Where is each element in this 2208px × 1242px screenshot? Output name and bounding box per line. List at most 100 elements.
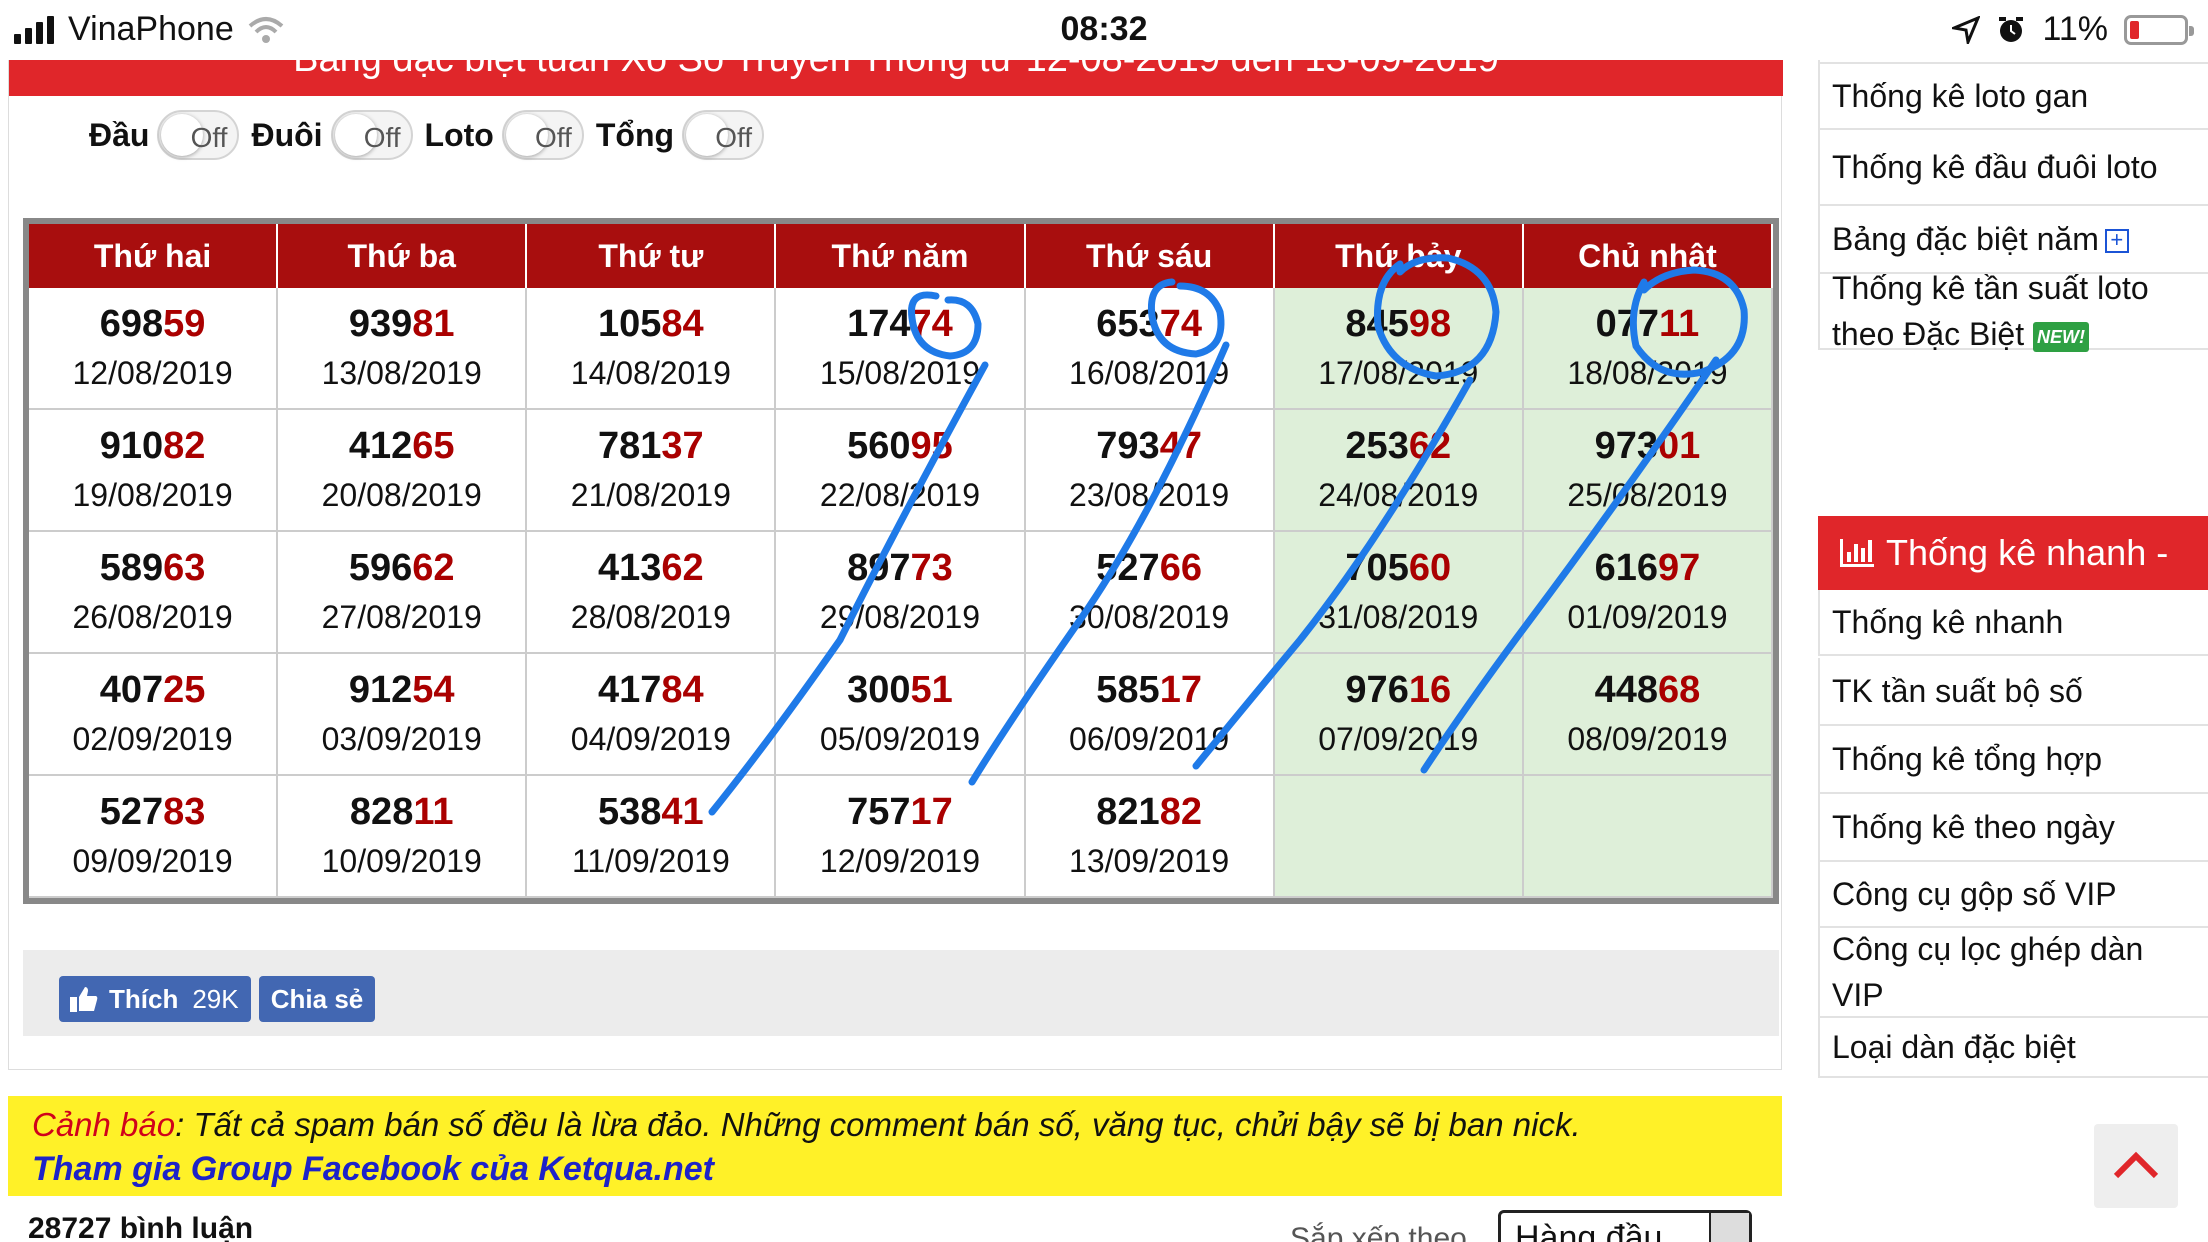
- number-head: 845: [1345, 302, 1409, 345]
- number-head: 527: [1096, 546, 1160, 589]
- result-cell: 65374 16/08/2019: [1025, 288, 1275, 410]
- number-head: 407: [99, 668, 164, 711]
- number-tail: 84: [661, 668, 704, 711]
- result-cell: 93981 13/08/2019: [278, 288, 528, 410]
- special-number: 93981: [348, 302, 455, 346]
- number-head: 616: [1594, 546, 1658, 589]
- draw-date: 09/09/2019: [72, 843, 233, 880]
- special-number: 10584: [598, 302, 704, 346]
- draw-date: 01/09/2019: [1567, 599, 1728, 636]
- special-number: 75717: [847, 791, 953, 834]
- toggle-switch[interactable]: Off: [157, 110, 240, 160]
- status-bar: VinaPhone 08:32 11%: [0, 0, 2208, 60]
- special-number: 82182: [1096, 791, 1202, 834]
- special-number: 17474: [847, 302, 953, 346]
- result-cell: 07711 18/08/2019: [1523, 288, 1773, 410]
- warning-banner: Cảnh báo: Tất cả spam bán số đều là lừa …: [8, 1096, 1782, 1196]
- special-number: 53841: [598, 790, 704, 834]
- number-head: 538: [598, 790, 662, 833]
- sidebar-item[interactable]: Thống kê nhanhT: [1818, 590, 2208, 656]
- sidebar-item-label: TK tần suất bộ số: [1832, 672, 2083, 709]
- toggle-group: Đầu Off Đuôi Off Loto Off Tổng Off: [81, 110, 768, 160]
- number-tail: 83: [163, 790, 206, 833]
- battery-percent: 11%: [2042, 10, 2108, 48]
- sidebar-item[interactable]: TK tần suất bộ sốT: [1818, 658, 2208, 726]
- like-label: Thích: [109, 983, 179, 1014]
- sidebar-item[interactable]: Thống kê tần suất loto theo Đặc Biệt NEW…: [1818, 270, 2208, 352]
- sidebar-item[interactable]: Thống kê tổng hợpL: [1818, 726, 2208, 794]
- sidebar: Thống kê nhanh - lotoCThống kê loto ganT…: [1818, 0, 2208, 1242]
- draw-date: 13/08/2019: [321, 355, 482, 392]
- alarm-icon: [1999, 16, 2024, 42]
- number-tail: 60: [1408, 546, 1452, 589]
- draw-date: 15/08/2019: [819, 355, 981, 392]
- number-head: 781: [598, 424, 662, 467]
- sidebar-item[interactable]: Công cụ lọc ghép dàn VIPT: [1818, 928, 2208, 1018]
- result-cell: 52766 30/08/2019: [1025, 532, 1275, 654]
- special-results-table: Thứ hai Thứ ba Thứ tư Thứ năm Thứ sáu Thứ bảy…: [23, 218, 1779, 904]
- column-header: Thứ hai: [29, 224, 279, 288]
- clock: 08:32: [1060, 10, 1148, 48]
- number-tail: 68: [1657, 668, 1701, 711]
- result-cell: 40725 02/09/2019: [29, 654, 279, 776]
- result-cell: [1274, 776, 1524, 898]
- result-cell: 41265 20/08/2019: [278, 410, 528, 532]
- toggle-switch[interactable]: Off: [501, 110, 584, 160]
- toggle-state: Off: [715, 122, 753, 153]
- column-header: Thứ tư: [527, 224, 777, 288]
- bar-chart-icon: [1840, 539, 1874, 567]
- result-cell: 97616 07/09/2019: [1274, 654, 1524, 776]
- draw-date: 04/09/2019: [570, 721, 731, 758]
- toggle-state: Off: [535, 122, 572, 153]
- number-tail: 62: [1408, 424, 1452, 467]
- main-panel: Bảng đặc biệt tuần Xổ Số Truyền Thống từ…: [8, 60, 1783, 1070]
- social-bar: Thích 29K Chia sẻ: [23, 950, 1779, 1036]
- number-tail: 98: [1408, 302, 1452, 345]
- special-number: 89773: [847, 547, 953, 590]
- number-tail: 84: [661, 302, 704, 345]
- result-cell: [1523, 776, 1773, 898]
- draw-date: 10/09/2019: [321, 843, 482, 880]
- toggle-switch[interactable]: Off: [682, 110, 765, 160]
- number-head: 973: [1594, 424, 1658, 467]
- sidebar-item-label: Thống kê theo ngày: [1832, 808, 2115, 845]
- special-number: 78137: [598, 424, 704, 468]
- result-cell: 82811 10/09/2019: [278, 776, 528, 898]
- result-cell: 25362 24/08/2019: [1274, 410, 1524, 532]
- number-head: 939: [348, 302, 413, 345]
- draw-date: 29/08/2019: [819, 599, 981, 636]
- draw-date: 16/08/2019: [1069, 355, 1230, 392]
- sidebar-item[interactable]: Công cụ gộp số VIPC: [1818, 862, 2208, 928]
- special-number: 56095: [847, 424, 953, 468]
- draw-date: 23/08/2019: [1069, 477, 1230, 514]
- number-head: 105: [598, 302, 662, 345]
- number-tail: 74: [910, 302, 953, 345]
- toggle-switch[interactable]: Off: [330, 110, 413, 160]
- draw-date: 28/08/2019: [570, 599, 731, 636]
- special-number: 41784: [598, 668, 704, 712]
- page-title-bar: Bảng đặc biệt tuần Xổ Số Truyền Thống từ…: [9, 60, 1783, 96]
- toggle-label: Loto: [424, 116, 494, 153]
- facebook-share-button[interactable]: Chia sẻ: [259, 976, 375, 1022]
- thumbs-up-icon: [70, 987, 98, 1012]
- number-tail: 11: [413, 790, 454, 833]
- result-cell: 56095 22/08/2019: [776, 410, 1026, 532]
- location-arrow-icon: [1952, 15, 1981, 44]
- sidebar-item[interactable]: Loại dàn đặc biệt: [1818, 1018, 2208, 1078]
- sidebar-item-text: Thống kê tần suất loto theo Đặc Biệt: [1832, 269, 2149, 352]
- facebook-like-button[interactable]: Thích 29K: [59, 976, 251, 1022]
- sidebar-item[interactable]: Thống kê theo ngàyC: [1818, 794, 2208, 862]
- number-head: 413: [598, 546, 662, 589]
- number-head: 698: [99, 302, 164, 345]
- sidebar-item[interactable]: Thống kê đầu đuôi lotoT: [1818, 130, 2208, 206]
- special-number: 58963: [100, 547, 206, 590]
- sidebar-item[interactable]: Thống kê loto gan: [1818, 64, 2208, 130]
- scroll-top-button[interactable]: [2094, 1124, 2178, 1208]
- result-cell: 75717 12/09/2019: [776, 776, 1026, 898]
- number-head: 560: [847, 424, 911, 467]
- sidebar-item-label: Thống kê nhanh: [1832, 603, 2064, 640]
- sidebar-item-label: Thống kê tổng hợp: [1832, 740, 2103, 777]
- facebook-group-link[interactable]: Tham gia Group Facebook của Ketqua.net: [32, 1150, 1758, 1189]
- sort-select[interactable]: Hàng đầu: [1498, 1210, 1752, 1242]
- result-cell: 91082 19/08/2019: [29, 410, 279, 532]
